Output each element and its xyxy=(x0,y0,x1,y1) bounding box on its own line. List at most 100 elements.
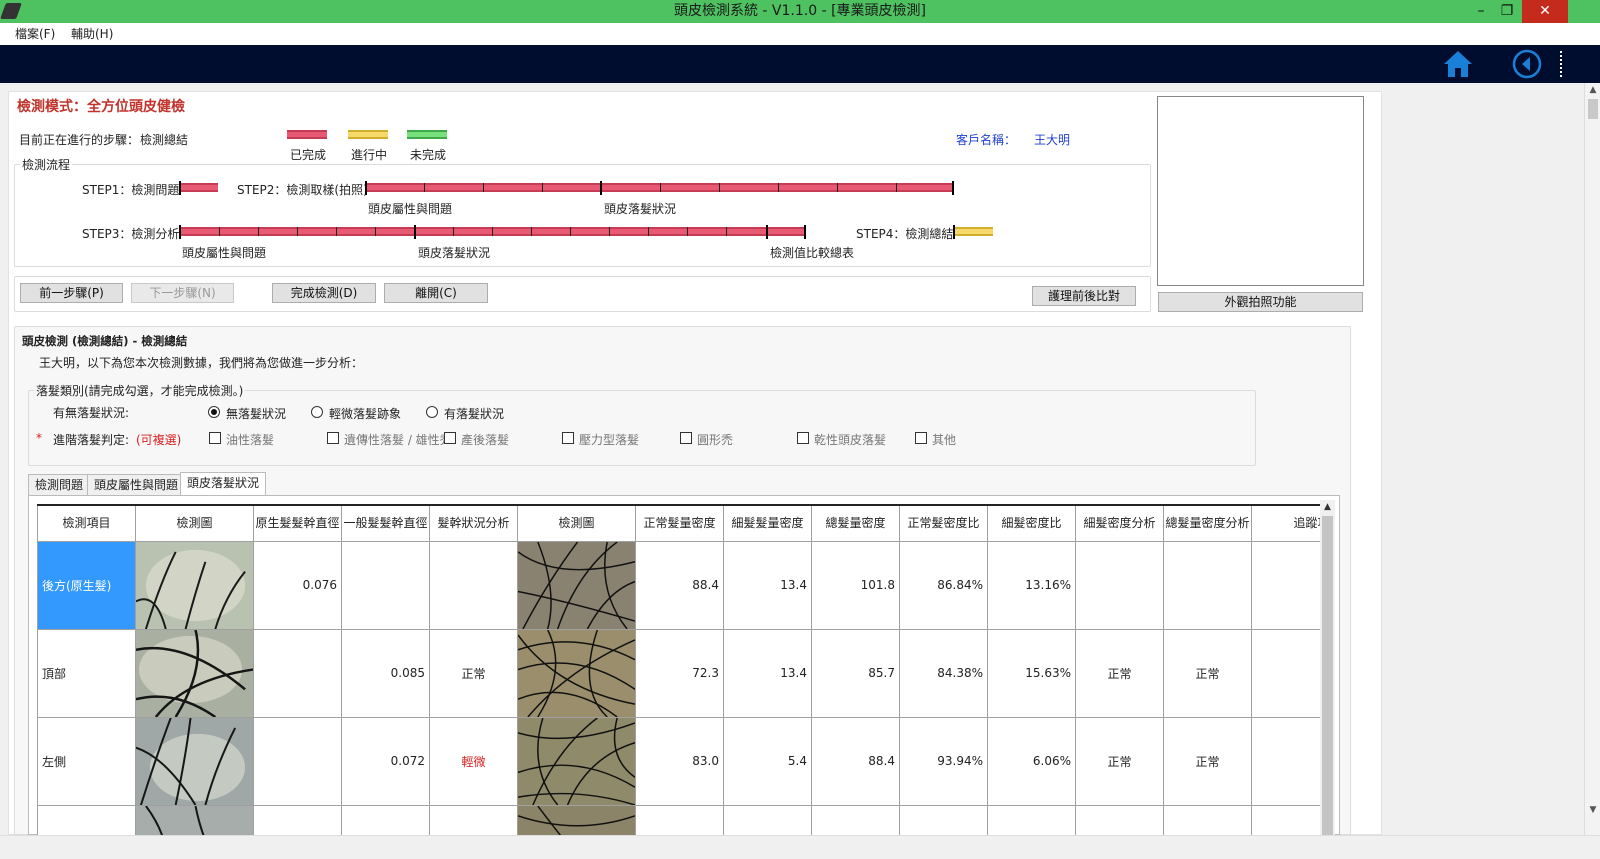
client-name: 王大明 xyxy=(1034,133,1071,147)
col-header: 檢測圖 xyxy=(135,504,254,542)
cell-track xyxy=(1251,716,1320,806)
col-header: 總髮量密度分析 xyxy=(1163,504,1252,542)
check-alopecia-areata[interactable] xyxy=(680,432,692,444)
table-row[interactable]: 後方(原生髮) 0.076 88.4 13.4 101.8 86.84% 13.… xyxy=(37,540,1320,630)
cell-total-analysis: 正常 xyxy=(1163,628,1252,718)
cell-item[interactable]: 後方(原生髮) xyxy=(37,540,136,630)
step2-sub2-label: 頭皮落髮狀況 xyxy=(604,202,677,216)
advanced-hint: (可複選) xyxy=(136,433,182,447)
col-header: 檢測圖 xyxy=(517,504,636,542)
table-row[interactable] xyxy=(37,804,1320,835)
summary-intro: 王大明，以下為您本次檢測數據，我們將為您做進一步分析： xyxy=(39,356,364,370)
cell-orig-diameter xyxy=(253,716,342,806)
legend-progress-bar xyxy=(348,130,388,139)
scroll-up-icon[interactable]: ▲ xyxy=(1320,500,1335,514)
scalp-photo[interactable] xyxy=(135,804,254,835)
step1-bar xyxy=(179,181,218,195)
cell-total-density: 101.8 xyxy=(811,540,900,630)
cell-shaft-analysis xyxy=(429,540,518,630)
col-header: 細髮密度比 xyxy=(987,504,1076,542)
advanced-label: 進階落髮判定: xyxy=(53,433,130,447)
density-photo[interactable] xyxy=(517,628,636,718)
cell-orig-diameter: 0.076 xyxy=(253,540,342,630)
cell-normal-density: 88.4 xyxy=(635,540,724,630)
window-scroll-thumb[interactable] xyxy=(1588,99,1598,119)
check-postpartum[interactable] xyxy=(444,432,456,444)
cell-item[interactable]: 左側 xyxy=(37,716,136,806)
scalp-photo[interactable] xyxy=(135,716,254,806)
cell-normal-density: 72.3 xyxy=(635,628,724,718)
back-circle-icon[interactable] xyxy=(1511,48,1543,80)
legend-notdone-bar xyxy=(407,130,447,139)
check-oily-label: 油性落髮 xyxy=(226,433,275,447)
table-row[interactable]: 左側 0.072 輕微 83.0 5.4 88.4 93.94% 6.06% 正… xyxy=(37,716,1320,806)
window-scrollbar[interactable]: ▲ ▼ xyxy=(1584,83,1600,835)
col-header: 原生髮髮幹直徑 xyxy=(253,504,342,542)
cell-total-density: 85.7 xyxy=(811,628,900,718)
close-button[interactable]: ✕ xyxy=(1522,0,1568,23)
cell-total-analysis: 正常 xyxy=(1163,716,1252,806)
cell-normal-ratio: 86.84% xyxy=(899,540,988,630)
leave-button[interactable]: 離開(C) xyxy=(384,283,488,303)
check-other[interactable] xyxy=(915,432,927,444)
density-photo[interactable] xyxy=(517,540,636,630)
data-table-viewport: 檢測項目 檢測圖 原生髮髮幹直徑 一般髮髮幹直徑 髮幹狀況分析 檢測圖 正常髮量… xyxy=(37,504,1320,835)
table-scrollbar[interactable]: ▲ xyxy=(1320,500,1335,835)
check-other-label: 其他 xyxy=(932,433,957,447)
tab-hairloss[interactable]: 頭皮落髮狀況 xyxy=(180,472,267,496)
cell-item[interactable]: 頂部 xyxy=(37,628,136,718)
hairloss-group xyxy=(28,390,1256,466)
menu-file[interactable]: 檔案(F) xyxy=(15,23,55,45)
cell-normal-ratio: 84.38% xyxy=(899,628,988,718)
radio-slight-hairloss[interactable] xyxy=(311,406,323,418)
restore-button[interactable]: ❐ xyxy=(1492,0,1522,23)
window-title: 頭皮檢測系統 - V1.1.0 - [專業頭皮檢測] xyxy=(673,3,927,19)
cell-fine-ratio: 13.16% xyxy=(987,540,1076,630)
cell-fine-density: 13.4 xyxy=(723,628,812,718)
radio-slight-hairloss-label: 輕微落髮跡象 xyxy=(329,407,402,421)
prev-step-button[interactable]: 前一步驟(P) xyxy=(20,283,123,303)
scalp-photo[interactable] xyxy=(135,540,254,630)
cell-orig-diameter xyxy=(253,628,342,718)
step4-label: STEP4：檢測總結 xyxy=(856,227,954,241)
cell-fine-density: 13.4 xyxy=(723,540,812,630)
radio-has-hairloss[interactable] xyxy=(426,406,438,418)
data-table: 檢測項目 檢測圖 原生髮髮幹直徑 一般髮髮幹直徑 髮幹狀況分析 檢測圖 正常髮量… xyxy=(37,504,1320,835)
density-photo[interactable] xyxy=(517,716,636,806)
next-step-button[interactable]: 下一步驟(N) xyxy=(131,283,234,303)
check-hereditary[interactable] xyxy=(327,432,339,444)
check-dry-scalp[interactable] xyxy=(797,432,809,444)
check-alopecia-areata-label: 圓形禿 xyxy=(697,433,734,447)
cell-total-density: 88.4 xyxy=(811,716,900,806)
legend-done-bar xyxy=(287,130,327,139)
menu-help[interactable]: 輔助(H) xyxy=(71,23,113,45)
current-step-label: 目前正在進行的步驟： xyxy=(19,133,140,147)
cell-shaft-analysis: 正常 xyxy=(429,628,518,718)
check-stress[interactable] xyxy=(562,432,574,444)
tab-scalp-attributes[interactable]: 頭皮屬性與問題 xyxy=(87,474,186,496)
check-oily[interactable] xyxy=(209,432,221,444)
radio-no-hairloss-label: 無落髮狀況 xyxy=(226,407,287,421)
window-scroll-up-icon[interactable]: ▲ xyxy=(1585,85,1600,95)
cell-normal-ratio: 93.94% xyxy=(899,716,988,806)
window-scroll-down-icon[interactable]: ▼ xyxy=(1585,805,1600,815)
step4-bar xyxy=(953,225,993,239)
density-photo[interactable] xyxy=(517,804,636,835)
tab-questions[interactable]: 檢測問題 xyxy=(28,474,91,496)
photo-button[interactable]: 外觀拍照功能 xyxy=(1158,292,1363,312)
cell-normal-diameter xyxy=(341,540,430,630)
cell-fine-ratio: 15.63% xyxy=(987,628,1076,718)
menu-bar: 檔案(F) 輔助(H) xyxy=(0,23,1600,45)
table-scroll-thumb[interactable] xyxy=(1322,516,1333,835)
scalp-photo[interactable] xyxy=(135,628,254,718)
compare-button[interactable]: 護理前後比對 xyxy=(1032,286,1136,306)
summary-title: 頭皮檢測 (檢測總結) - 檢測總結 xyxy=(22,334,188,348)
cell-track xyxy=(1251,628,1320,718)
legend-notdone-label: 未完成 xyxy=(410,148,447,162)
col-header: 細髮密度分析 xyxy=(1075,504,1164,542)
finish-button[interactable]: 完成檢測(D) xyxy=(272,283,376,303)
table-row[interactable]: 頂部 0.085 正常 72.3 13.4 85.7 84.38% 15.63%… xyxy=(37,628,1320,718)
radio-no-hairloss[interactable] xyxy=(208,406,220,418)
cell-normal-diameter: 0.072 xyxy=(341,716,430,806)
home-icon[interactable] xyxy=(1443,50,1473,78)
